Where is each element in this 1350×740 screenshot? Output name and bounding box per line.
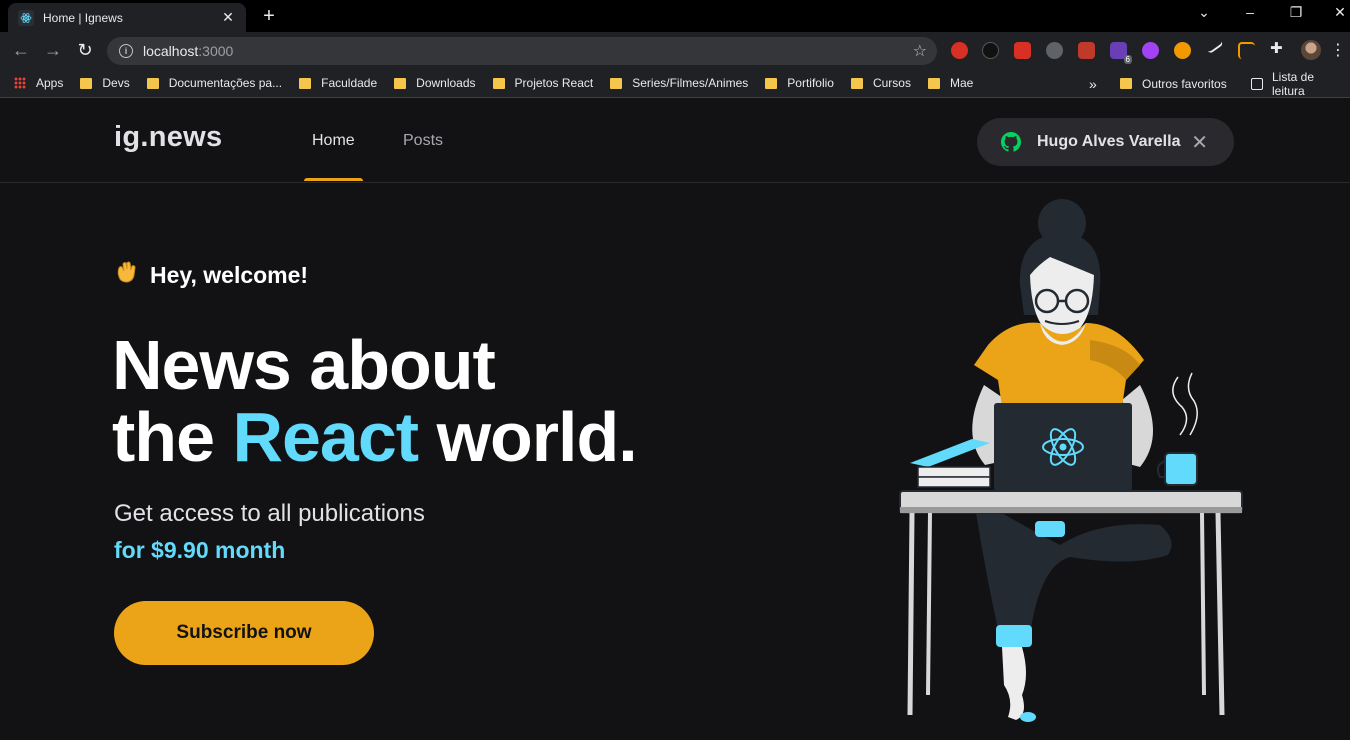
- folder-icon: [610, 77, 623, 89]
- bookmarks-overflow-chevron[interactable]: »: [1089, 69, 1097, 98]
- bookmark-apps[interactable]: Apps: [14, 76, 63, 90]
- nav-home-link[interactable]: Home: [312, 132, 355, 150]
- forward-icon[interactable]: →: [42, 40, 64, 61]
- browser-toolbar: ← → ↻ i localhost :3000 ☆ 6 ✚ ⋮: [0, 32, 1350, 69]
- site-header: ig.news Home Posts Hugo Alves Varella ✕: [0, 99, 1350, 183]
- bookmark-folder[interactable]: Documentações pa...: [146, 76, 283, 90]
- reading-list-icon: [1251, 77, 1263, 90]
- video-extension-icon[interactable]: [1014, 42, 1031, 59]
- url-host: localhost: [143, 43, 199, 59]
- folder-icon: [850, 77, 863, 89]
- reading-list[interactable]: Lista de leitura: [1251, 69, 1350, 98]
- address-bar[interactable]: i localhost :3000 ☆: [107, 37, 937, 65]
- bookmark-folder[interactable]: Series/Filmes/Animes: [610, 76, 748, 90]
- bookmark-label: Cursos: [872, 76, 911, 90]
- bookmark-label: Apps: [36, 76, 64, 90]
- bookmarks-bar: Apps Devs Documentações pa... Faculdade …: [0, 69, 1350, 98]
- bookmark-folder[interactable]: Downloads: [394, 76, 476, 90]
- youtube-extension-icon[interactable]: [1046, 42, 1063, 59]
- adblock-extension-icon[interactable]: [951, 42, 968, 59]
- folder-icon: [1120, 78, 1132, 89]
- user-name: Hugo Alves Varella: [1037, 133, 1181, 150]
- headline-accent: React: [232, 398, 419, 476]
- folder-icon: [394, 77, 407, 89]
- other-bookmarks[interactable]: Outros favoritos: [1120, 69, 1227, 98]
- reload-icon[interactable]: ↻: [74, 40, 96, 61]
- folder-icon: [299, 77, 312, 89]
- github-icon: [1001, 132, 1021, 152]
- active-nav-indicator: [304, 178, 363, 181]
- headline-end: world.: [436, 398, 638, 476]
- minimize-icon[interactable]: –: [1240, 4, 1260, 20]
- nav-posts-link[interactable]: Posts: [403, 132, 443, 150]
- folder-icon: [765, 77, 778, 89]
- bookmark-label: Downloads: [416, 76, 476, 90]
- react-favicon-icon: [18, 9, 34, 26]
- folder-icon: [146, 77, 159, 89]
- headline-line1: News about: [112, 326, 496, 404]
- extension-badge: 6: [1123, 55, 1132, 64]
- bookmark-label: Series/Filmes/Animes: [632, 76, 749, 90]
- reading-list-label: Lista de leitura: [1272, 69, 1315, 98]
- browser-tab[interactable]: Home | Ignews ✕: [8, 3, 246, 32]
- bookmark-label: Projetos React: [514, 76, 594, 90]
- price-text: for $9.90 month: [114, 537, 286, 563]
- bookmark-label: Devs: [102, 76, 130, 90]
- tab-search-icon[interactable]: ⌄: [1194, 4, 1214, 21]
- bookmark-star-icon[interactable]: ☆: [913, 41, 927, 61]
- browser-menu-icon[interactable]: ⋮: [1330, 40, 1346, 60]
- new-tab-icon[interactable]: +: [258, 5, 280, 28]
- bookmark-label: Portifolio: [787, 76, 834, 90]
- subtitle-text: Get access to all publications: [114, 500, 425, 527]
- browser-tabstrip: Home | Ignews ✕ + ⌄ – ❐ ✕: [0, 0, 1350, 32]
- bookmark-folder[interactable]: Projetos React: [492, 76, 594, 90]
- site-info-icon[interactable]: i: [119, 44, 133, 58]
- hero-headline: News about the React world.: [112, 326, 638, 476]
- close-window-icon[interactable]: ✕: [1330, 4, 1350, 21]
- restore-icon[interactable]: ❐: [1286, 4, 1306, 21]
- puzzle-extensions-icon[interactable]: ✚: [1270, 39, 1288, 57]
- pen-extension-icon[interactable]: [1205, 37, 1224, 55]
- welcome-text: Hey, welcome!: [150, 261, 309, 288]
- eyes-extension-icon[interactable]: [1174, 42, 1191, 59]
- bookmark-folder[interactable]: Devs: [80, 76, 130, 90]
- cursor-extension-icon[interactable]: [1238, 42, 1255, 59]
- bookmark-label: Faculdade: [321, 76, 378, 90]
- bookmark-folder[interactable]: Cursos: [850, 76, 911, 90]
- folder-icon: [492, 77, 505, 89]
- welcome-message: Hey, welcome!: [114, 259, 308, 291]
- color-picker-extension-icon[interactable]: [1078, 42, 1095, 59]
- folder-icon: [927, 77, 940, 89]
- folder-icon: [80, 77, 93, 89]
- bookmark-label: Mae: [949, 76, 974, 90]
- profile-avatar[interactable]: [1301, 40, 1321, 60]
- subscribe-button[interactable]: Subscribe now: [114, 601, 374, 665]
- url-port: :3000: [198, 43, 234, 59]
- purple-extension-icon[interactable]: [1142, 42, 1159, 59]
- tab-title: Home | Ignews: [43, 10, 123, 25]
- site-logo[interactable]: ig.news: [114, 121, 222, 154]
- page-viewport: ig.news Home Posts Hugo Alves Varella ✕ …: [0, 99, 1350, 740]
- tab-close-icon[interactable]: ✕: [220, 9, 236, 26]
- signout-close-icon[interactable]: ✕: [1191, 130, 1208, 155]
- bookmark-label: Documentações pa...: [168, 76, 283, 90]
- avatar-illustration: [899, 199, 1243, 722]
- github-signout-button[interactable]: Hugo Alves Varella ✕: [977, 118, 1234, 166]
- clapping-hands-icon: [114, 259, 140, 291]
- bookmark-folder[interactable]: Portifolio: [765, 76, 834, 90]
- badge-extension-icon[interactable]: 6: [1110, 42, 1132, 64]
- headline-the: the: [112, 398, 215, 476]
- bookmark-folder[interactable]: Mae: [927, 76, 974, 90]
- apps-grid-icon: [14, 77, 26, 89]
- back-icon[interactable]: ←: [10, 40, 32, 61]
- bookmark-folder[interactable]: Faculdade: [299, 76, 377, 90]
- ads-extension-icon[interactable]: [982, 42, 999, 59]
- other-bookmarks-label: Outros favoritos: [1142, 76, 1227, 91]
